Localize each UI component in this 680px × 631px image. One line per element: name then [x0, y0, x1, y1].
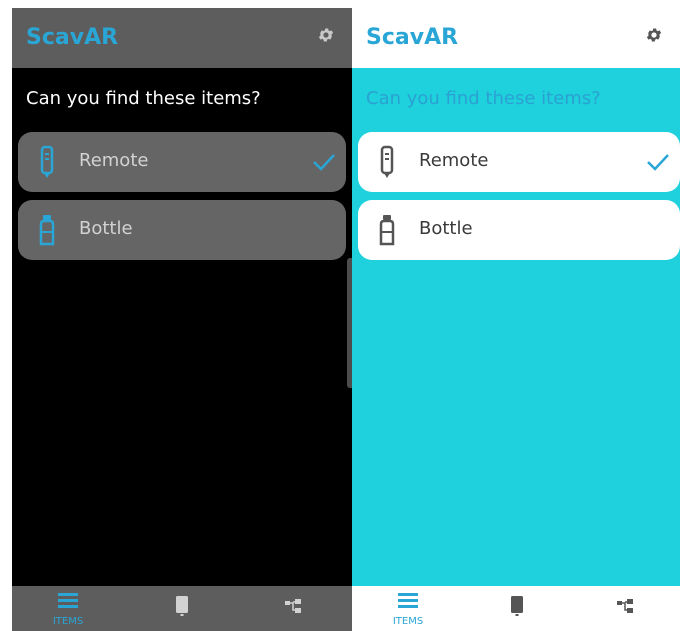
tab-hierarchy[interactable] — [586, 586, 666, 631]
remote-icon — [380, 145, 394, 178]
bottom-tab-bar: ITEMS — [352, 586, 680, 631]
items-prompt: Can you find these items? — [366, 88, 601, 109]
tab-device[interactable] — [142, 586, 222, 631]
app-header: ScavAR — [352, 8, 680, 68]
app-title: ScavAR — [26, 25, 119, 50]
hierarchy-icon — [617, 599, 633, 613]
dark-theme-screen: ScavAR Can you find these items? Remote — [12, 8, 352, 631]
phone-icon — [176, 596, 188, 616]
bottom-tab-bar: ITEMS — [12, 586, 352, 631]
item-label-remote: Remote — [419, 150, 489, 171]
checkmark-icon — [647, 154, 669, 171]
list-icon — [398, 593, 418, 608]
item-card-remote[interactable]: Remote — [18, 132, 346, 192]
item-card-bottle[interactable]: Bottle — [358, 200, 680, 260]
tab-items[interactable]: ITEMS — [28, 586, 108, 631]
remote-icon — [40, 145, 54, 178]
gear-icon[interactable] — [645, 26, 663, 44]
bottle-icon — [39, 215, 55, 246]
app-title: ScavAR — [366, 25, 459, 50]
tab-hierarchy[interactable] — [254, 586, 334, 631]
app-header: ScavAR — [12, 8, 352, 68]
phone-icon — [511, 596, 523, 616]
checkmark-icon — [313, 154, 335, 171]
item-card-bottle[interactable]: Bottle — [18, 200, 346, 260]
bottle-icon — [379, 215, 395, 246]
tab-items[interactable]: ITEMS — [368, 586, 448, 631]
list-icon — [58, 593, 78, 608]
items-prompt: Can you find these items? — [26, 88, 261, 109]
item-label-remote: Remote — [79, 150, 149, 171]
gear-icon[interactable] — [317, 26, 335, 44]
light-theme-screen: ScavAR Can you find these items? Remote — [352, 8, 680, 631]
item-label-bottle: Bottle — [419, 218, 473, 239]
hierarchy-icon — [285, 599, 301, 613]
item-label-bottle: Bottle — [79, 218, 133, 239]
app-comparison-screenshot: ScavAR Can you find these items? Remote — [0, 0, 680, 631]
tab-device[interactable] — [477, 586, 557, 631]
tab-items-label: ITEMS — [392, 616, 424, 627]
tab-items-label: ITEMS — [52, 616, 84, 627]
item-card-remote[interactable]: Remote — [358, 132, 680, 192]
